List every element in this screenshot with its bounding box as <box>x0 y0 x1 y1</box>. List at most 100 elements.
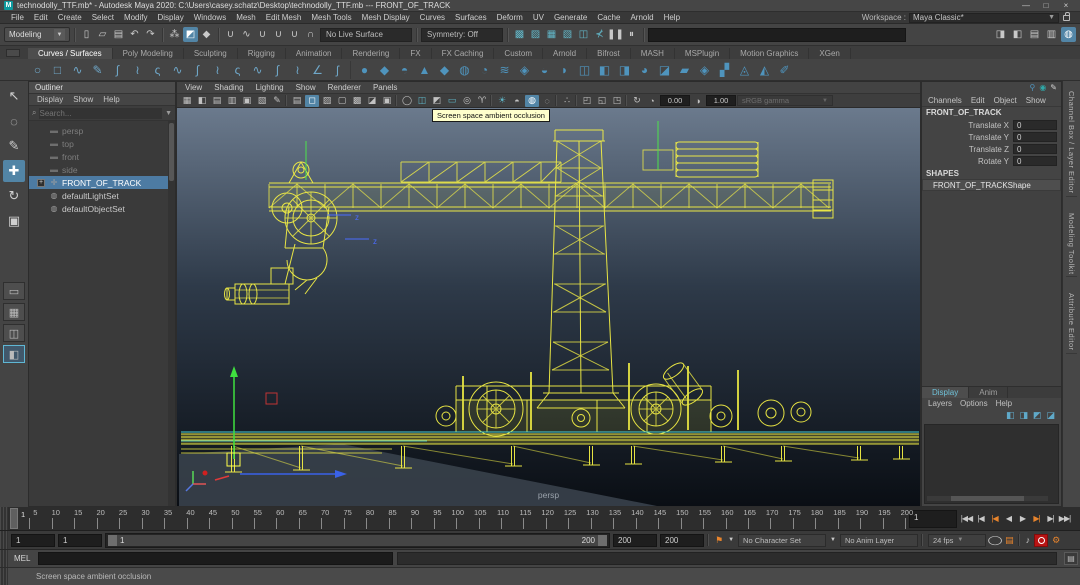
current-frame-marker[interactable]: 1 <box>10 508 18 529</box>
menu-item[interactable]: UV <box>528 13 549 22</box>
nurbs-cone-item[interactable]: ▲ <box>415 60 434 79</box>
shelf-tab[interactable]: XGen <box>809 48 850 59</box>
nurbs-cylinder-item[interactable]: ◓ <box>395 60 414 79</box>
scale-tool-item[interactable]: ▣ <box>3 210 25 232</box>
offset-surfaces-item[interactable]: ◈ <box>695 60 714 79</box>
layer-list[interactable] <box>924 424 1059 504</box>
outliner-search-input[interactable] <box>39 108 162 119</box>
nurbs-cube-item[interactable]: ◆ <box>375 60 394 79</box>
nurbs-circle-item[interactable]: ○ <box>28 60 47 79</box>
snap-view-plane-item[interactable]: ∪ <box>287 27 302 42</box>
loft-item[interactable]: ≋ <box>495 60 514 79</box>
reverse-direction-item[interactable]: ◬ <box>735 60 754 79</box>
channel-box-menu-item[interactable]: Object <box>994 96 1017 105</box>
lighting-all-item[interactable]: ☀ <box>495 95 509 107</box>
revolve-item[interactable]: ◔ <box>475 60 494 79</box>
resolution-gate-item[interactable]: ◫ <box>415 95 429 107</box>
move-layer-icon[interactable]: ◪ <box>1046 410 1055 423</box>
move-tool-item[interactable]: ✚ <box>3 160 25 182</box>
menu-item[interactable]: Cache <box>592 13 625 22</box>
attribute-label[interactable]: Translate Z <box>922 145 1013 154</box>
animation-start-field[interactable]: 1 <box>11 534 55 547</box>
menu-item[interactable]: Windows <box>189 13 231 22</box>
attach-surfaces-item[interactable]: ◧ <box>595 60 614 79</box>
rotate-tool-item[interactable]: ↻ <box>3 185 25 207</box>
extend-surfaces-item[interactable]: ▰ <box>675 60 694 79</box>
surface-fillet-item[interactable]: ◭ <box>755 60 774 79</box>
attribute-label[interactable]: Translate X <box>922 121 1013 130</box>
shelf-tab[interactable]: MSPlugin <box>675 48 730 59</box>
detach-curves-item[interactable]: ∿ <box>168 60 187 79</box>
boundary-item[interactable]: ◫ <box>575 60 594 79</box>
outliner-item[interactable]: ◍ defaultLightSet <box>29 189 175 202</box>
layer-editor-tab[interactable]: Display <box>922 387 969 398</box>
offset-curve-item[interactable]: ς <box>228 60 247 79</box>
tool-settings-toggle-item[interactable]: ◧ <box>1010 27 1025 42</box>
go-to-start-item[interactable]: |◀◀ <box>960 511 973 527</box>
ssao-item[interactable]: ◍ <box>525 95 539 107</box>
ipr-render-item[interactable]: ▨ <box>528 27 543 42</box>
shelf-tab[interactable]: Custom <box>494 48 543 59</box>
playback-start-field[interactable]: 1 <box>58 534 102 547</box>
modeling-toolkit-toggle-item[interactable]: ▥ <box>1044 27 1059 42</box>
lock-camera-item[interactable]: ◧ <box>195 95 209 107</box>
menu-item[interactable]: Display <box>153 13 189 22</box>
minimize-item[interactable]: — <box>1016 1 1036 10</box>
drag-grip[interactable] <box>0 507 8 530</box>
detach-surfaces-item[interactable]: ◨ <box>615 60 634 79</box>
menu-item[interactable]: Mesh Display <box>357 13 415 22</box>
open-close-curve-item[interactable]: ʃ <box>328 60 347 79</box>
camera-attributes-item[interactable]: ▤ <box>210 95 224 107</box>
selected-node-name[interactable]: FRONT_OF_TRACK <box>922 107 1061 119</box>
snap-align-item[interactable]: ∴ <box>560 95 574 107</box>
add-points-item[interactable]: ≀ <box>288 60 307 79</box>
render-sequence-item[interactable]: ◫ <box>576 27 591 42</box>
extrude-item[interactable]: ◒ <box>535 60 554 79</box>
command-language-label[interactable]: MEL <box>12 554 34 563</box>
step-forward-frame-item[interactable]: ▶| <box>1044 511 1057 527</box>
open-scene-item[interactable]: ▱ <box>95 27 110 42</box>
shelf-tab[interactable]: Rigging <box>238 48 286 59</box>
outliner-item[interactable]: ▬ side <box>29 163 175 176</box>
layer-editor-tab[interactable]: Anim <box>969 387 1008 398</box>
film-gate-item[interactable]: ▭ <box>445 95 459 107</box>
menu-item[interactable]: Mesh Tools <box>306 13 356 22</box>
nurbs-torus-item[interactable]: ◍ <box>455 60 474 79</box>
outliner-item[interactable]: ▬ front <box>29 150 175 163</box>
shape-node-name[interactable]: FRONT_OF_TRACKShape <box>922 179 1061 191</box>
menu-item[interactable]: Generate <box>549 13 592 22</box>
wireframe-on-shaded-item[interactable]: ▩ <box>350 95 364 107</box>
viewport-menu-item[interactable]: View <box>185 83 202 92</box>
attribute-value-field[interactable]: 0 <box>1013 156 1057 166</box>
drag-grip[interactable] <box>0 568 8 585</box>
open-close-surface-item[interactable]: ◕ <box>635 60 654 79</box>
snap-projected-center-item[interactable]: ∪ <box>271 27 286 42</box>
menu-item[interactable]: Select <box>87 13 119 22</box>
curve-editing-item[interactable]: ∠ <box>308 60 327 79</box>
render-settings-item[interactable]: ▦ <box>544 27 559 42</box>
character-set-selector[interactable]: No Character Set <box>738 534 826 547</box>
new-scene-layer-icon[interactable]: ◩ <box>1033 410 1042 423</box>
field-chart-item[interactable]: ◯ <box>400 95 414 107</box>
pane-outliner-item[interactable]: ◳ <box>610 95 624 107</box>
select-component-item[interactable]: ◆ <box>199 27 214 42</box>
audio-mute-icon[interactable]: ♪ <box>1025 535 1032 545</box>
select-tool-item[interactable]: ↖ <box>3 85 25 107</box>
interactive-off-item[interactable]: ⏸ <box>624 27 639 42</box>
launch-app-item[interactable]: ⊀ <box>592 27 607 42</box>
attribute-value-field[interactable]: 0 <box>1013 120 1057 130</box>
attribute-value-field[interactable]: 0 <box>1013 144 1057 154</box>
outliner-title[interactable]: Outliner <box>29 82 175 94</box>
planar-item[interactable]: ◈ <box>515 60 534 79</box>
menu-item[interactable]: Curves <box>415 13 450 22</box>
color-management-selector[interactable]: sRGB gamma ▼ <box>737 95 833 106</box>
refresh-item[interactable]: ↻ <box>630 95 644 107</box>
exposure-icon[interactable]: ◔ <box>645 95 659 107</box>
bookmarks-item[interactable]: ▥ <box>225 95 239 107</box>
live-surface-field[interactable]: No Live Surface <box>320 28 412 42</box>
shelf-tab[interactable]: Rendering <box>342 48 400 59</box>
grease-pencil-item[interactable]: ✎ <box>270 95 284 107</box>
image-plane-item[interactable]: ▣ <box>240 95 254 107</box>
close-item[interactable]: × <box>1056 1 1076 10</box>
shelf-menu-button[interactable] <box>6 49 20 57</box>
